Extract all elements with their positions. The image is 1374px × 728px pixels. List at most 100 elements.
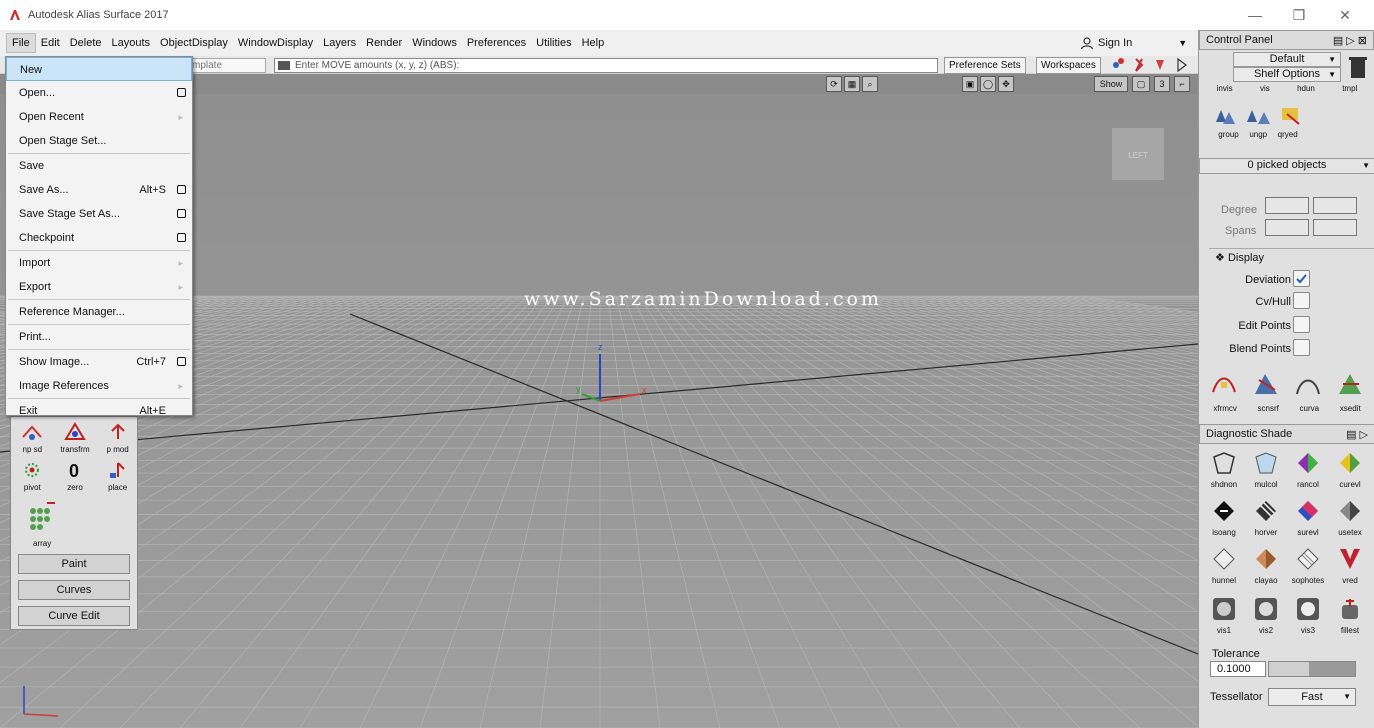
menu-edit[interactable]: Edit xyxy=(36,34,65,52)
menu-item-export[interactable]: Export ▸ xyxy=(6,275,192,299)
shelf-options-dropdown[interactable]: Shelf Options ▼ xyxy=(1233,67,1341,82)
option-box-icon[interactable] xyxy=(177,209,186,218)
cv-hull-checkbox[interactable] xyxy=(1293,292,1310,309)
array-icon[interactable] xyxy=(27,497,57,536)
curves-shelf-button[interactable]: Curves xyxy=(18,580,130,600)
vis1-tool[interactable]: vis1 xyxy=(1205,594,1243,635)
view-front-icon[interactable]: ▣ xyxy=(962,76,978,92)
viewcube[interactable]: LEFT xyxy=(1112,128,1164,180)
menu-delete[interactable]: Delete xyxy=(65,34,107,52)
menu-windows[interactable]: Windows xyxy=(407,34,462,52)
mulcol-tool[interactable]: mulcol xyxy=(1247,448,1285,489)
tmpl-label[interactable]: tmpl xyxy=(1342,84,1357,93)
menu-utilities[interactable]: Utilities xyxy=(531,34,576,52)
shelf-set-dropdown[interactable]: Default ▼ xyxy=(1233,52,1341,67)
isoang-tool[interactable]: isoang xyxy=(1205,496,1243,537)
camera-tumble-icon[interactable]: ⟳ xyxy=(826,76,842,92)
menu-file[interactable]: File xyxy=(6,33,36,53)
show-button[interactable]: Show xyxy=(1094,76,1128,92)
menu-item-import[interactable]: Import ▸ xyxy=(6,251,192,275)
vred-tool[interactable]: vred xyxy=(1331,544,1369,585)
menu-item-new[interactable]: New xyxy=(6,57,192,81)
close-button[interactable]: ✕ xyxy=(1322,0,1368,30)
degree-v-field[interactable] xyxy=(1313,197,1357,214)
spans-v-field[interactable] xyxy=(1313,219,1357,236)
deviation-checkbox[interactable] xyxy=(1293,270,1310,287)
trash-icon[interactable] xyxy=(1347,54,1369,82)
tessellator-dropdown[interactable]: Fast ▼ xyxy=(1268,688,1356,706)
preference-sets-button[interactable]: Preference Sets xyxy=(944,57,1026,74)
hunnel-tool[interactable]: hunnel xyxy=(1205,544,1243,585)
curve-edit-shelf-button[interactable]: Curve Edit xyxy=(18,606,130,626)
menu-item-open[interactable]: Open... xyxy=(6,81,192,105)
menu-layouts[interactable]: Layouts xyxy=(107,34,156,52)
zero-icon[interactable]: 0 xyxy=(62,457,88,483)
vis-label[interactable]: vis xyxy=(1260,84,1270,93)
menu-item-save-stage-set-as[interactable]: Save Stage Set As... xyxy=(6,202,192,226)
menu-objectdisplay[interactable]: ObjectDisplay xyxy=(155,34,233,52)
option-box-icon[interactable] xyxy=(177,357,186,366)
pivot-icon[interactable] xyxy=(19,457,45,483)
menu-item-open-recent[interactable]: Open Recent ▸ xyxy=(6,105,192,129)
option-box-icon[interactable] xyxy=(177,233,186,242)
group-icon[interactable] xyxy=(1211,100,1237,128)
usetex-tool[interactable]: usetex xyxy=(1331,496,1369,537)
menu-item-reference-manager[interactable]: Reference Manager... xyxy=(6,300,192,324)
menu-windowdisplay[interactable]: WindowDisplay xyxy=(233,34,318,52)
camera-track-icon[interactable]: ▦ xyxy=(844,76,860,92)
rancol-tool[interactable]: rancol xyxy=(1289,448,1327,489)
shdnon-tool[interactable]: shdnon xyxy=(1205,448,1243,489)
menu-item-checkpoint[interactable]: Checkpoint xyxy=(6,226,192,250)
curevl-tool[interactable]: curevl xyxy=(1331,448,1369,489)
surevl-tool[interactable]: surevl xyxy=(1289,496,1327,537)
clayao-tool[interactable]: clayao xyxy=(1247,544,1285,585)
view-number-button[interactable]: 3 xyxy=(1154,76,1170,92)
chevron-down-icon[interactable]: ▼ xyxy=(1178,38,1187,48)
menu-item-show-image[interactable]: Show Image... Ctrl+7 xyxy=(6,350,192,374)
menu-item-print[interactable]: Print... xyxy=(6,325,192,349)
window-frame-icon[interactable]: ▢ xyxy=(1132,76,1150,92)
ungroup-icon[interactable] xyxy=(1244,100,1270,128)
panel-controls-icon[interactable]: ▤ ▷ xyxy=(1346,426,1368,444)
menu-item-image-references[interactable]: Image References ▸ xyxy=(6,374,192,398)
template-field[interactable]: mplate xyxy=(188,58,266,73)
sign-in-button[interactable]: Sign In ▼ xyxy=(1080,32,1187,54)
menu-layers[interactable]: Layers xyxy=(318,34,361,52)
menu-item-save[interactable]: Save xyxy=(6,154,192,178)
view-move-icon[interactable]: ✥ xyxy=(998,76,1014,92)
place-icon[interactable] xyxy=(105,457,131,483)
paint-shelf-button[interactable]: Paint xyxy=(18,554,130,574)
tolerance-input[interactable]: 0.1000 xyxy=(1210,661,1266,677)
maximize-button[interactable]: ❐ xyxy=(1276,0,1322,30)
diagnostic-shade-header[interactable]: Diagnostic Shade ▤ ▷ xyxy=(1199,424,1374,444)
move-command-input[interactable]: Enter MOVE amounts (x, y, z) (ABS): xyxy=(274,58,938,73)
invis-label[interactable]: invis xyxy=(1217,84,1233,93)
menu-item-save-as[interactable]: Save As... Alt+S xyxy=(6,178,192,202)
menu-help[interactable]: Help xyxy=(577,34,610,52)
menu-render[interactable]: Render xyxy=(361,34,407,52)
edit-points-checkbox[interactable] xyxy=(1293,316,1310,333)
horver-tool[interactable]: horver xyxy=(1247,496,1285,537)
panel-controls-icon[interactable]: ▤ ▷ ⊠ xyxy=(1333,32,1367,50)
vis2-tool[interactable]: vis2 xyxy=(1247,594,1285,635)
display-section-header[interactable]: ❖ Display xyxy=(1209,248,1374,266)
blend-points-checkbox[interactable] xyxy=(1293,339,1310,356)
xfrmcv-icon[interactable] xyxy=(1209,370,1239,398)
query-edit-icon[interactable] xyxy=(1277,100,1303,128)
window-resize-icon[interactable]: ⌐ xyxy=(1174,76,1190,92)
curva-icon[interactable] xyxy=(1293,370,1323,398)
hdun-label[interactable]: hdun xyxy=(1297,84,1315,93)
workspace-tools-icons[interactable] xyxy=(1108,56,1194,74)
option-box-icon[interactable] xyxy=(177,88,186,97)
xsedit-icon[interactable] xyxy=(1335,370,1365,398)
spans-u-field[interactable] xyxy=(1265,219,1309,236)
menu-item-open-stage-set[interactable]: Open Stage Set... xyxy=(6,129,192,153)
vis3-tool[interactable]: vis3 xyxy=(1289,594,1327,635)
sophotes-tool[interactable]: sophotes xyxy=(1289,544,1327,585)
fillest-tool[interactable]: fillest xyxy=(1331,594,1369,635)
picked-objects-dropdown[interactable]: 0 picked objects ▼ xyxy=(1199,158,1374,174)
menu-preferences[interactable]: Preferences xyxy=(462,34,531,52)
option-box-icon[interactable] xyxy=(177,185,186,194)
minimize-button[interactable]: — xyxy=(1232,0,1278,30)
degree-u-field[interactable] xyxy=(1265,197,1309,214)
